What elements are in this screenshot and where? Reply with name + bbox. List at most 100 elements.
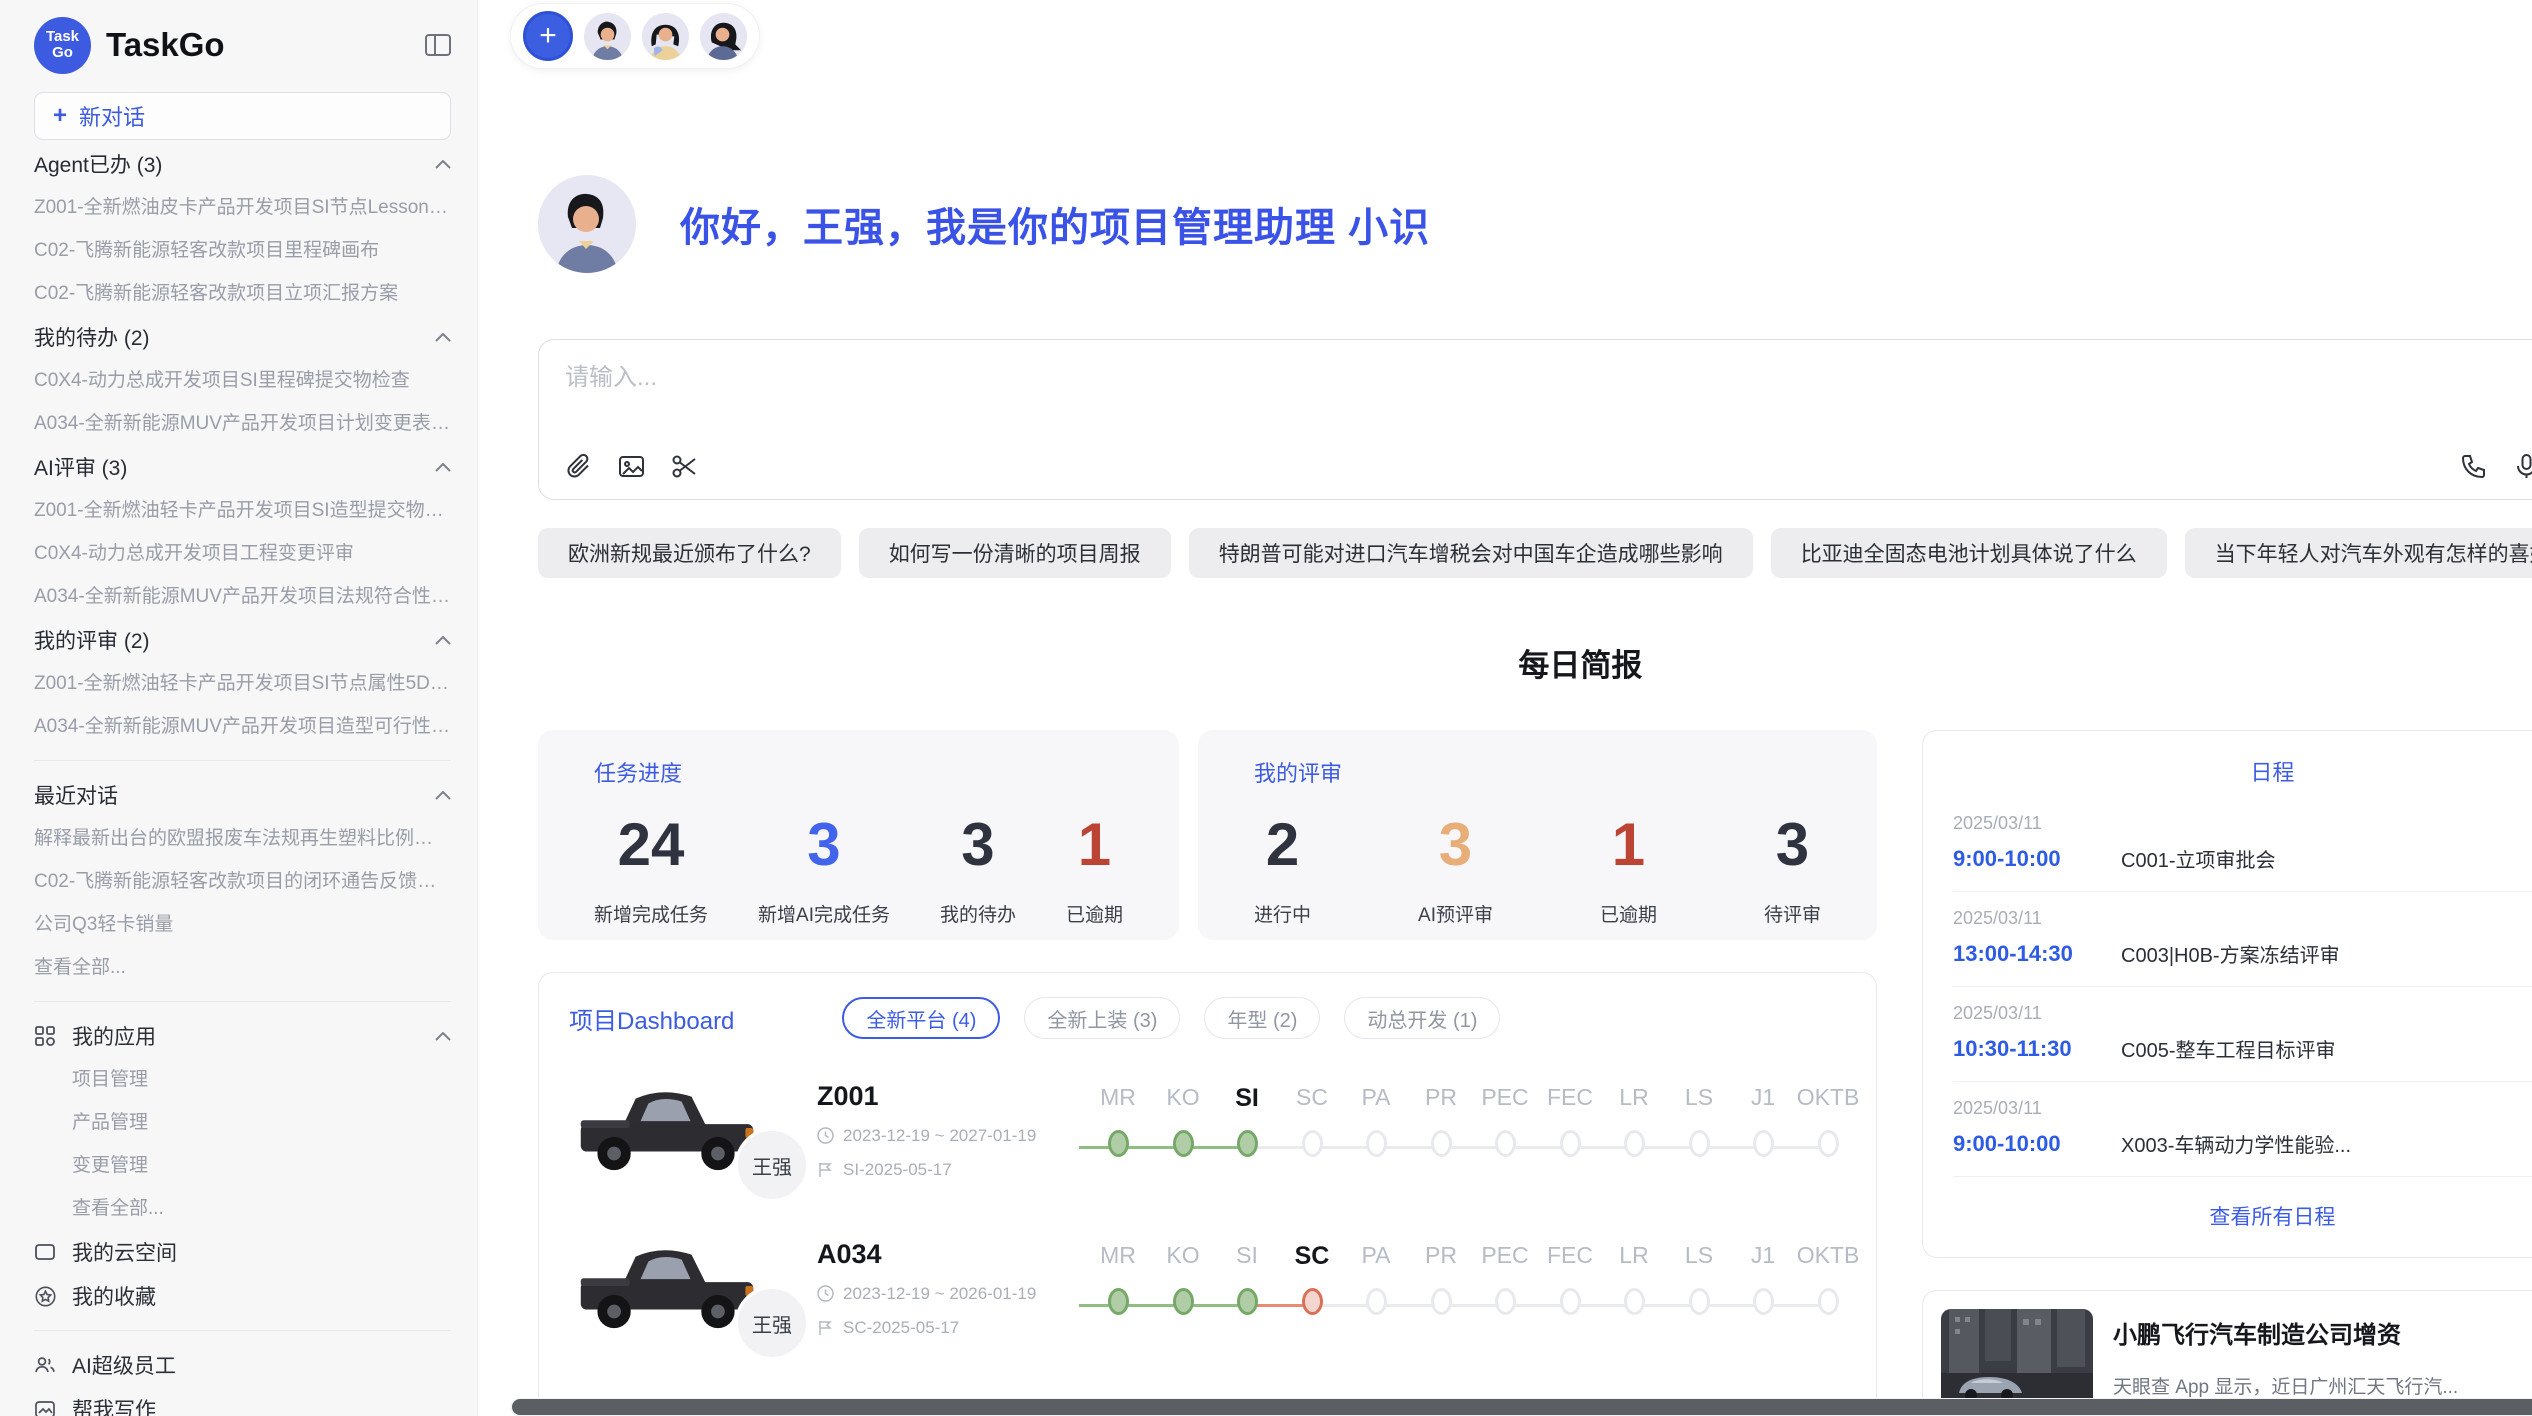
metric[interactable]: 24 新增完成任务 <box>594 806 708 927</box>
help-write-label: 帮我写作 <box>72 1394 156 1416</box>
project-row[interactable]: 王强 A034 2023-12-19 ~ 2026-01-19 SC-2025-… <box>569 1209 1846 1367</box>
sidebar-item-favorites[interactable]: 我的收藏 <box>34 1274 451 1318</box>
milestone-dot[interactable] <box>1302 1130 1323 1157</box>
agent-avatar[interactable] <box>700 13 747 60</box>
sidebar-item-change-mgmt[interactable]: 变更管理 <box>34 1144 451 1187</box>
section-my-todo[interactable]: 我的待办 (2) <box>34 315 451 359</box>
section-my-review[interactable]: 我的评审 (2) <box>34 618 451 662</box>
milestone-dot[interactable] <box>1366 1288 1387 1315</box>
collapse-sidebar-icon[interactable] <box>425 34 451 56</box>
metric[interactable]: 3 我的待办 <box>940 806 1016 927</box>
section-ai-review[interactable]: AI评审 (3) <box>34 445 451 489</box>
suggestion-chip[interactable]: 如何写一份清晰的项目周报 <box>859 528 1171 578</box>
milestone-dot[interactable] <box>1431 1288 1452 1315</box>
milestone-dot[interactable] <box>1108 1288 1129 1315</box>
list-item[interactable]: A034-全新新能源MUV产品开发项目法规符合性评审 <box>34 575 451 618</box>
milestone-dot[interactable] <box>1560 1288 1581 1315</box>
sidebar-item-product-mgmt[interactable]: 产品管理 <box>34 1101 451 1144</box>
milestone-dot[interactable] <box>1818 1130 1839 1157</box>
scrollbar-thumb[interactable] <box>512 1399 2532 1415</box>
milestone-dot[interactable] <box>1237 1130 1258 1157</box>
metric[interactable]: 1 已逾期 <box>1066 806 1123 927</box>
chevron-up-icon <box>435 463 451 472</box>
milestone-label: MR <box>1086 1084 1150 1120</box>
add-agent-button[interactable]: + <box>523 11 573 61</box>
sidebar-item-help-write[interactable]: 帮我写作 <box>34 1387 451 1416</box>
metric[interactable]: 2 进行中 <box>1254 806 1311 927</box>
project-dates: 2023-12-19 ~ 2026-01-19 <box>843 1284 1036 1304</box>
grid-icon <box>34 1025 56 1047</box>
project-image: 王强 <box>569 1074 817 1186</box>
tab-new-body[interactable]: 全新上装 (3) <box>1024 997 1180 1039</box>
news-title: 小鹏飞行汽车制造公司增资 <box>2113 1315 2532 1350</box>
milestone-dot[interactable] <box>1624 1288 1645 1315</box>
list-item[interactable]: Z001-全新燃油轻卡产品开发项目SI造型提交物评审 <box>34 489 451 532</box>
milestone-dot[interactable] <box>1431 1130 1452 1157</box>
scissors-icon[interactable] <box>671 453 698 480</box>
metric[interactable]: 3 AI预评审 <box>1418 806 1493 927</box>
milestone-label: J1 <box>1731 1242 1795 1278</box>
recent-chats-view-all[interactable]: 查看全部... <box>34 946 451 989</box>
milestone-dot[interactable] <box>1366 1130 1387 1157</box>
tab-powertrain[interactable]: 动总开发 (1) <box>1344 997 1500 1039</box>
agent-avatar[interactable] <box>584 13 631 60</box>
list-item[interactable]: C0X4-动力总成开发项目工程变更评审 <box>34 532 451 575</box>
chat-input[interactable] <box>565 364 2532 392</box>
milestone-dot[interactable] <box>1302 1288 1323 1315</box>
horizontal-scrollbar[interactable] <box>510 1398 2532 1416</box>
metric[interactable]: 3 待评审 <box>1764 806 1821 927</box>
milestone-dot[interactable] <box>1108 1130 1129 1157</box>
milestone-dot[interactable] <box>1818 1288 1839 1315</box>
recent-chat-item[interactable]: 公司Q3轻卡销量 <box>34 903 451 946</box>
milestone-dot[interactable] <box>1753 1288 1774 1315</box>
recent-chat-item[interactable]: C02-飞腾新能源轻客改款项目的闭环通告反馈情况 <box>34 860 451 903</box>
suggestion-chip[interactable]: 特朗普可能对进口汽车增税会对中国车企造成哪些影响 <box>1189 528 1753 578</box>
attachment-icon[interactable] <box>565 453 592 480</box>
project-row[interactable]: 王强 Z001 2023-12-19 ~ 2027-01-19 SI-2025-… <box>569 1051 1846 1209</box>
list-item[interactable]: A034-全新新能源MUV产品开发项目计划变更表编写 <box>34 402 451 445</box>
apps-view-all[interactable]: 查看全部... <box>34 1187 451 1230</box>
sidebar-item-cloud-space[interactable]: 我的云空间 <box>34 1230 451 1274</box>
milestone-dot[interactable] <box>1173 1288 1194 1315</box>
section-agent-done[interactable]: Agent已办 (3) <box>34 142 451 186</box>
metric[interactable]: 3 新增AI完成任务 <box>758 806 890 927</box>
section-recent-chats[interactable]: 最近对话 <box>34 773 451 817</box>
milestone-dot[interactable] <box>1173 1130 1194 1157</box>
list-item[interactable]: C0X4-动力总成开发项目SI里程碑提交物检查 <box>34 359 451 402</box>
milestone-dot[interactable] <box>1560 1130 1581 1157</box>
list-item[interactable]: Z001-全新燃油皮卡产品开发项目SI节点Lesson Learn报告 <box>34 186 451 229</box>
suggestion-chip[interactable]: 比亚迪全固态电池计划具体说了什么 <box>1771 528 2167 578</box>
topbar: + 王强 <box>478 0 2532 72</box>
section-title: Agent已办 (3) <box>34 149 162 179</box>
metric[interactable]: 1 已逾期 <box>1600 806 1657 927</box>
milestone-label: SI <box>1215 1242 1279 1278</box>
sidebar-item-project-mgmt[interactable]: 项目管理 <box>34 1058 451 1101</box>
sidebar-item-my-apps[interactable]: 我的应用 <box>34 1014 451 1058</box>
list-item[interactable]: A034-全新新能源MUV产品开发项目造型可行性评审 <box>34 705 451 748</box>
microphone-icon[interactable] <box>2513 453 2532 480</box>
recent-chat-item[interactable]: 解释最新出台的欧盟报废车法规再生塑料比例被调至15%... <box>34 817 451 860</box>
new-chat-button[interactable]: + 新对话 <box>34 92 451 140</box>
chevron-up-icon <box>435 791 451 800</box>
list-item[interactable]: C02-飞腾新能源轻客改款项目立项汇报方案 <box>34 272 451 315</box>
list-item[interactable]: C02-飞腾新能源轻客改款项目里程碑画布 <box>34 229 451 272</box>
tab-new-platform[interactable]: 全新平台 (4) <box>842 997 1000 1039</box>
list-item[interactable]: Z001-全新燃油轻卡产品开发项目SI节点属性5D文件评审 <box>34 662 451 705</box>
milestone-dot[interactable] <box>1753 1130 1774 1157</box>
suggestion-chip[interactable]: 当下年轻人对汽车外观有怎样的喜好趋势 <box>2185 528 2532 578</box>
milestone-dot[interactable] <box>1689 1288 1710 1315</box>
phone-icon[interactable] <box>2460 453 2487 480</box>
sidebar-header: Task Go TaskGo <box>34 14 451 76</box>
milestone-dot[interactable] <box>1624 1130 1645 1157</box>
milestone-dot[interactable] <box>1237 1288 1258 1315</box>
greeting-title: 你好，王强，我是你的项目管理助理 小识 <box>680 195 1430 253</box>
tab-year-model[interactable]: 年型 (2) <box>1204 997 1320 1039</box>
milestone-dot[interactable] <box>1495 1130 1516 1157</box>
image-icon[interactable] <box>618 453 645 480</box>
view-all-schedule-link[interactable]: 查看所有日程 <box>1953 1177 2532 1237</box>
milestone-dot[interactable] <box>1495 1288 1516 1315</box>
suggestion-chip[interactable]: 欧洲新规最近颁布了什么? <box>538 528 841 578</box>
agent-avatar[interactable] <box>642 13 689 60</box>
milestone-dot[interactable] <box>1689 1130 1710 1157</box>
sidebar-item-ai-staff[interactable]: AI超级员工 <box>34 1343 451 1387</box>
